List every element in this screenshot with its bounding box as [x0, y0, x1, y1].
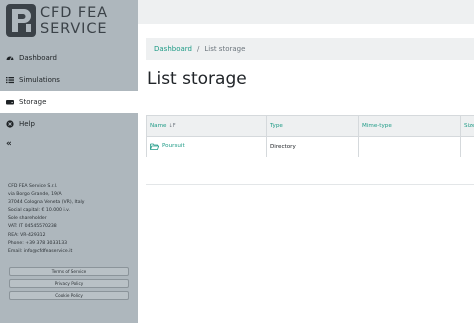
company-line: 37044 Cologna Veneta (VR), Italy [8, 200, 85, 206]
table-header-row: Name ↓F Type Mime-type Size [146, 115, 474, 137]
sidebar-item-label: Storage [19, 98, 47, 106]
list-icon [6, 76, 14, 84]
content-divider [146, 184, 474, 185]
cell-mime-type [358, 136, 461, 157]
sidebar-item-label: Help [19, 120, 35, 128]
company-line: via Borgo Grande, 19/A [8, 192, 62, 198]
sidebar-item-label: Dashboard [19, 54, 57, 62]
column-header-mime-type[interactable]: Mime-type [358, 115, 461, 137]
company-info: CFD FEA Service S.r.l. via Borgo Grande,… [8, 183, 85, 256]
dashboard-icon [6, 54, 14, 62]
column-header-size[interactable]: Size [460, 115, 474, 137]
cell-name[interactable]: Poursuit [146, 136, 267, 157]
column-header-label: Name [150, 123, 167, 129]
company-line: VAT: IT 04545570238 [8, 224, 57, 230]
breadcrumb: Dashboard / List storage [146, 38, 474, 60]
breadcrumb-home-link[interactable]: Dashboard [154, 45, 192, 53]
table-row[interactable]: Poursuit Directory [146, 136, 474, 157]
sidebar-collapse-button[interactable]: « [6, 139, 12, 149]
sidebar-item-label: Simulations [19, 76, 60, 84]
brand-logo[interactable]: CFD FEA SERVICE [6, 4, 134, 38]
column-header-type[interactable]: Type [266, 115, 359, 137]
cell-type: Directory [266, 136, 359, 157]
sidebar-item-storage[interactable]: Storage [0, 91, 138, 113]
sidebar-nav: Dashboard Simulations Storage Help [0, 47, 138, 135]
top-bar [138, 0, 474, 24]
sidebar-item-simulations[interactable]: Simulations [0, 69, 138, 91]
company-line: Email: info@cfdfeaservice.it [8, 248, 73, 254]
directory-name: Poursuit [162, 143, 185, 149]
cell-size [460, 136, 474, 157]
help-icon [6, 120, 14, 128]
logo-mark-icon [6, 4, 36, 37]
brand-line-1: CFD FEA [40, 5, 108, 21]
storage-table: Name ↓F Type Mime-type Size Poursuit Dire… [146, 115, 474, 157]
company-line: Sole shareholder [8, 216, 47, 222]
directory-link[interactable]: Poursuit [150, 143, 185, 150]
company-line: Phone: +39 378 3033133 [8, 240, 68, 246]
folder-open-icon [150, 143, 159, 150]
brand-name: CFD FEA SERVICE [40, 5, 108, 37]
company-line: Social capital: € 10.000 i.v. [8, 208, 70, 214]
sidebar: CFD FEA SERVICE Dashboard Simulations St… [0, 0, 138, 323]
sort-icon[interactable]: ↓F [169, 123, 176, 129]
sidebar-item-help[interactable]: Help [0, 113, 138, 135]
storage-icon [6, 98, 14, 106]
brand-line-2: SERVICE [40, 21, 108, 37]
company-line: REA: VR-429312 [8, 232, 46, 238]
column-header-name[interactable]: Name ↓F [146, 115, 267, 137]
breadcrumb-current: List storage [204, 45, 246, 53]
company-line: CFD FEA Service S.r.l. [8, 184, 58, 189]
breadcrumb-separator: / [196, 45, 200, 53]
terms-of-service-button[interactable]: Terms of Service [9, 267, 129, 276]
cookie-policy-button[interactable]: Cookie Policy [9, 291, 129, 300]
sidebar-item-dashboard[interactable]: Dashboard [0, 47, 138, 69]
page-title: List storage [147, 69, 247, 89]
privacy-policy-button[interactable]: Privacy Policy [9, 279, 129, 288]
